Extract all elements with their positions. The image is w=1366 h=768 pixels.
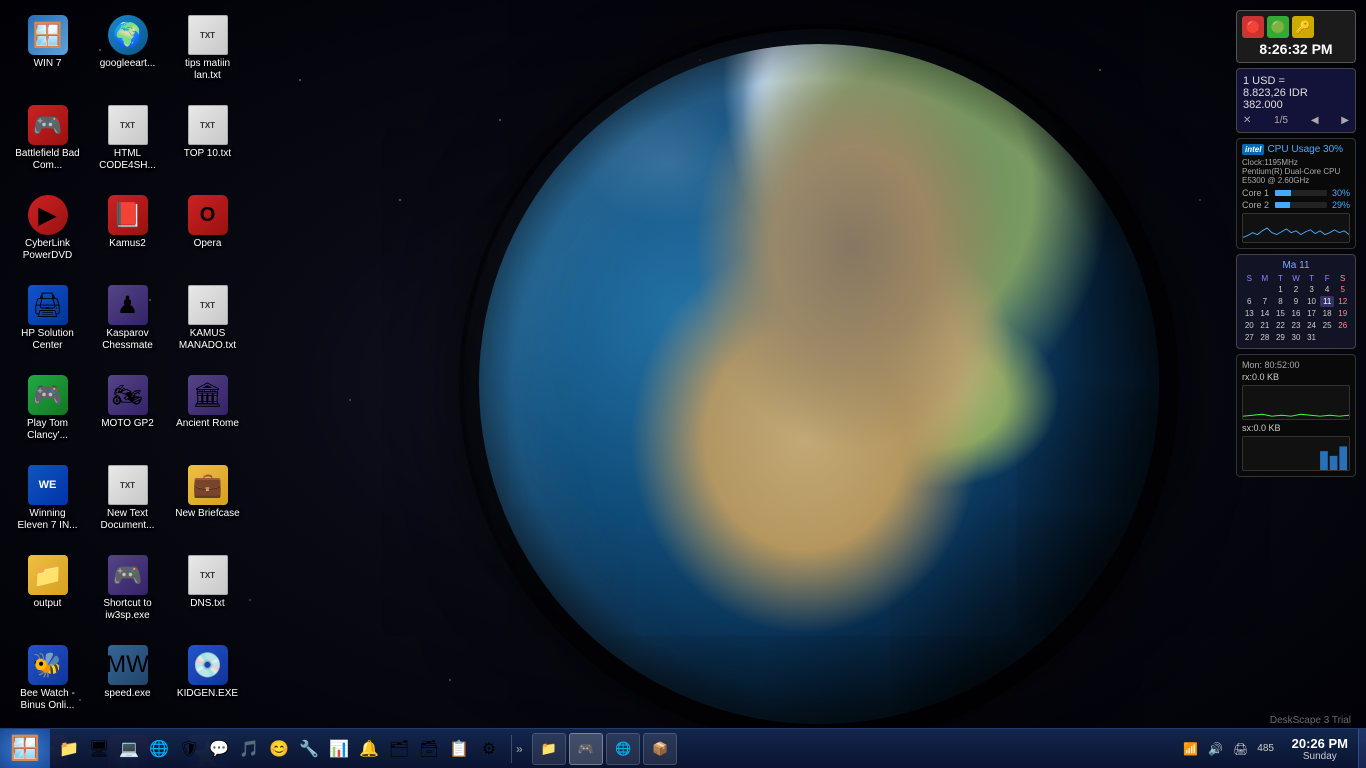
widget-calendar: Ma 11 S M T W T F S 1 2 3 4 5 6 7 8 9 [1236,254,1356,349]
icon-dns-txt[interactable]: TXT DNS.txt [170,550,245,635]
icon-new-briefcase[interactable]: 💼 New Briefcase [170,460,245,545]
intel-badge: intel [1242,144,1264,155]
cpu-model: Pentium(R) Dual-Core CPU [1242,167,1350,176]
widget-currency: 1 USD = 8.823,26 IDR 382.000 ✕ 1/5 ◀ ▶ [1236,68,1356,133]
taskbar-ql-12[interactable]: 🗂 [385,735,413,763]
taskbar-more-btn[interactable]: » [512,742,527,756]
earth-wallpaper [479,44,1159,724]
taskbar-ql-10[interactable]: 📊 [325,735,353,763]
taskbar-ql-13[interactable]: 🗃 [415,735,443,763]
network-sx-graph [1242,436,1350,471]
icon-kidgen-exe[interactable]: 💿 KIDGEN.EXE [170,640,245,725]
currency-line2: 8.823,26 IDR [1243,87,1349,99]
calendar-header: Ma 11 [1242,260,1350,271]
icon-win7[interactable]: 🪟 WIN 7 [10,10,85,95]
clock-time: 8:26:32 PM [1242,41,1350,57]
icon-tom-clancy[interactable]: 🎮 Play Tom Clancy'... [10,370,85,455]
taskbar-date: Sunday [1303,751,1337,762]
icon-winning-eleven[interactable]: WE Winning Eleven 7 IN... [10,460,85,545]
icon-top10-txt[interactable]: TXT TOP 10.txt [170,100,245,185]
icon-speed-exe[interactable]: MW speed.exe [90,640,165,725]
widgets-panel: 🔴 🟢 🔑 8:26:32 PM 1 USD = 8.823,26 IDR 38… [1236,10,1356,477]
systray-network[interactable]: 📶 [1180,738,1202,760]
taskbar-ql-explorer[interactable]: 📁 [55,735,83,763]
icon-kamus-manado[interactable]: TXT KAMUS MANADO.txt [170,280,245,365]
widget-cpu: intel CPU Usage 30% Clock:1195MHz Pentiu… [1236,138,1356,249]
currency-prev[interactable]: ✕ [1243,115,1251,126]
icon-moto-gp2[interactable]: 🏍 MOTO GP2 [90,370,165,455]
clock-icon-2[interactable]: 🟢 [1267,16,1289,38]
taskbar-ql-4[interactable]: 🌐 [145,735,173,763]
network-header: Mon: 80:52:00 [1242,360,1350,370]
taskbar-ql-5[interactable]: 🛡 [175,735,203,763]
icon-kasparov[interactable]: ♟ Kasparov Chessmate [90,280,165,365]
systray-volume[interactable]: 🔊 [1205,738,1227,760]
widget-network: Mon: 80:52:00 rx:0.0 KB sx:0.0 KB [1236,354,1356,477]
icon-kamus2[interactable]: 📕 Kamus2 [90,190,165,275]
taskbar-app-game[interactable]: 🎮 [569,733,603,765]
calendar-grid: S M T W T F S 1 2 3 4 5 6 7 8 9 10 11 [1242,274,1350,343]
taskbar-ql-15[interactable]: ⚙ [475,735,503,763]
taskbar-app-explorer[interactable]: 📁 [532,733,566,765]
network-rx: rx:0.0 KB [1242,372,1350,382]
icon-tips-txt[interactable]: TXT tips matiin lan.txt [170,10,245,95]
taskbar-time[interactable]: 20:26 PM Sunday [1282,736,1358,762]
currency-page: 1/5 [1274,115,1288,126]
taskbar-ql-6[interactable]: 💬 [205,735,233,763]
clock-icon-3[interactable]: 🔑 [1292,16,1314,38]
network-rx-graph [1242,385,1350,420]
icon-ancient-rome[interactable]: 🏛 Ancient Rome [170,370,245,455]
icon-hp-solution[interactable]: 🖨 HP Solution Center [10,280,85,365]
taskbar-ql-9[interactable]: 🔧 [295,735,323,763]
taskbar-apps: 📁 🎮 🌐 📦 [527,733,1175,765]
taskbar: 🪟 📁 🖥 💻 🌐 🛡 💬 🎵 😊 🔧 📊 🔔 🗂 🗃 📋 ⚙ » 📁 [0,728,1366,768]
taskbar-clock: 20:26 PM [1292,736,1348,751]
cpu-usage-text: CPU Usage 30% [1267,144,1343,155]
cpu-core2-value: 29% [1330,200,1350,210]
taskbar-ql-8[interactable]: 😊 [265,735,293,763]
cpu-core1-label: Core 1 [1242,188,1272,198]
start-button[interactable]: 🪟 [0,729,50,768]
show-desktop-button[interactable] [1358,729,1366,768]
taskbar-app-firefox[interactable]: 🌐 [606,733,640,765]
widget-clock: 🔴 🟢 🔑 8:26:32 PM [1236,10,1356,63]
start-orb: 🪟 [10,734,40,763]
systray-printer[interactable]: 🖨 [1230,738,1252,760]
cpu-graph [1242,213,1350,243]
taskbar-app-other[interactable]: 📦 [643,733,677,765]
icon-battlefield[interactable]: 🎮 Battlefield Bad Com... [10,100,85,185]
clock-icon-1[interactable]: 🔴 [1242,16,1264,38]
icon-shortcut-iw3sp[interactable]: 🎮 Shortcut to iw3sp.exe [90,550,165,635]
cpu-clock: Clock:1195MHz [1242,158,1350,167]
icon-new-txt[interactable]: TXT New Text Document... [90,460,165,545]
currency-line1: 1 USD = [1243,75,1349,87]
currency-back[interactable]: ◀ [1311,115,1319,126]
taskbar-quicklaunch: 📁 🖥 💻 🌐 🛡 💬 🎵 😊 🔧 📊 🔔 🗂 🗃 📋 ⚙ [50,735,512,763]
icon-cyberlink[interactable]: ▶ CyberLink PowerDVD [10,190,85,275]
cpu-core1-bar [1275,190,1327,196]
systray-485[interactable]: 485 [1255,738,1277,760]
deskscape-watermark: DeskScape 3 Trial [1270,715,1351,726]
cpu-core2-bar [1275,202,1327,208]
cpu-model2: E5300 @ 2.60GHz [1242,176,1350,185]
network-sx: sx:0.0 KB [1242,423,1350,433]
taskbar-ql-14[interactable]: 📋 [445,735,473,763]
taskbar-ql-3[interactable]: 💻 [115,735,143,763]
taskbar-ql-7[interactable]: 🎵 [235,735,263,763]
taskbar-ql-11[interactable]: 🔔 [355,735,383,763]
icon-bee-watch[interactable]: 🐝 Bee Watch - Binus Onli... [10,640,85,725]
currency-next[interactable]: ▶ [1341,115,1349,126]
icon-opera[interactable]: O Opera [170,190,245,275]
cpu-core1-value: 30% [1330,188,1350,198]
icon-googleearth[interactable]: 🌍 googleeart... [90,10,165,95]
taskbar-ql-2[interactable]: 🖥 [85,735,113,763]
cpu-core2-label: Core 2 [1242,200,1272,210]
icon-output[interactable]: 📁 output [10,550,85,635]
desktop: 🪟 WIN 7 🌍 googleeart... TXT tips matiin … [0,0,1366,768]
desktop-icons-area: 🪟 WIN 7 🌍 googleeart... TXT tips matiin … [0,0,255,768]
currency-line3: 382.000 [1243,99,1349,111]
icon-html-txt[interactable]: TXT HTML CODE4SH... [90,100,165,185]
taskbar-systray: 📶 🔊 🖨 485 [1175,738,1282,760]
